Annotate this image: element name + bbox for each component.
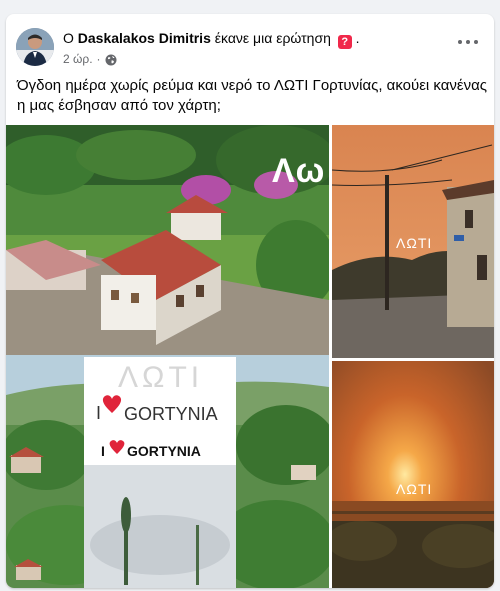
top-right-watermark: ΛΩΤΙ bbox=[396, 235, 433, 251]
logo-i-love-bold: I bbox=[101, 443, 105, 459]
photo-top-right[interactable]: ΛΩΤΙ bbox=[332, 125, 494, 358]
author-name[interactable]: Daskalakos Dimitris bbox=[78, 30, 211, 46]
globe-icon bbox=[105, 54, 117, 65]
avatar[interactable] bbox=[16, 28, 54, 66]
post-text: Όγδοη ημέρα χωρίς ρεύμα και νερό το ΛΩΤΙ… bbox=[17, 77, 487, 114]
title-suffix: . bbox=[355, 30, 360, 46]
post-time[interactable]: 2 ώρ. bbox=[63, 52, 93, 67]
subline-separator: · bbox=[96, 52, 101, 66]
logo-word: ΛΩΤΙ bbox=[118, 361, 204, 394]
post-subline: 2 ώρ. · bbox=[63, 52, 443, 67]
photo-bottom-right[interactable]: ΛΩΤΙ bbox=[332, 361, 494, 588]
logo-i-love: I bbox=[96, 403, 102, 423]
photo-grid: Λω ΛΩΤΙ I GORTYNIA I GORTYNIA ΛΩΤΙ ΛΩΤΙ bbox=[6, 125, 494, 588]
main-watermark: Λω bbox=[272, 152, 326, 190]
question-badge-icon: ? bbox=[337, 35, 352, 49]
post-meta: Ο Daskalakos Dimitris έκανε μια ερώτηση … bbox=[63, 29, 443, 67]
post-title-line: Ο Daskalakos Dimitris έκανε μια ερώτηση … bbox=[63, 29, 443, 49]
logo-love-word-bold: GORTYNIA bbox=[127, 443, 201, 459]
post-card: Ο Daskalakos Dimitris έκανε μια ερώτηση … bbox=[6, 14, 494, 588]
logo-love-word: GORTYNIA bbox=[124, 404, 218, 424]
post-header: Ο Daskalakos Dimitris έκανε μια ερώτηση … bbox=[6, 14, 494, 72]
photo-main[interactable]: Λω ΛΩΤΙ I GORTYNIA I GORTYNIA bbox=[6, 125, 329, 588]
post-action: έκανε μια ερώτηση bbox=[214, 30, 331, 46]
author-prefix: Ο bbox=[63, 30, 74, 46]
more-options-icon[interactable] bbox=[458, 38, 478, 46]
bottom-right-watermark: ΛΩΤΙ bbox=[396, 481, 433, 497]
